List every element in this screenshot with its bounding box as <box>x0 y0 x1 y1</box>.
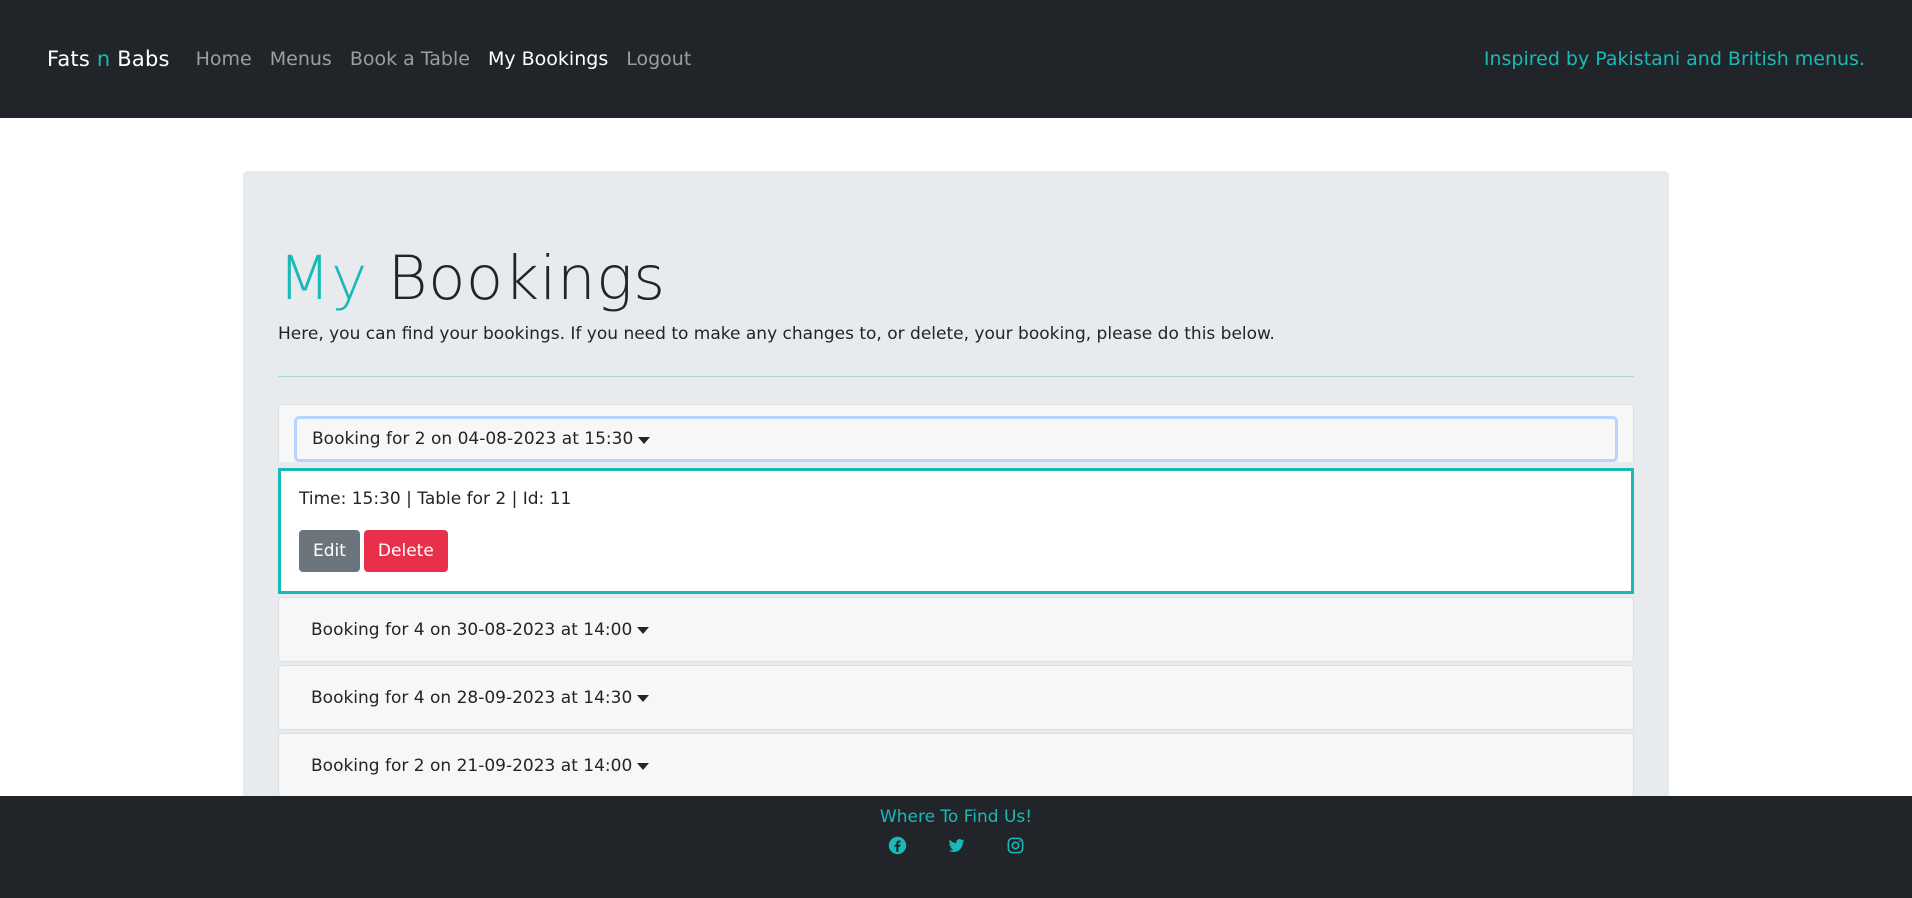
instagram-icon[interactable] <box>1006 836 1025 855</box>
brand-text-part2: Babs <box>110 47 170 71</box>
booking-item: Booking for 4 on 30-08-2023 at 14:00 <box>278 597 1634 662</box>
nav-link-book-a-table[interactable]: Book a Table <box>350 48 470 70</box>
booking-detail-text: Time: 15:30 | Table for 2 | Id: 11 <box>299 489 572 509</box>
booking-toggle[interactable]: Booking for 2 on 04-08-2023 at 15:30 <box>294 416 1618 462</box>
caret-down-icon <box>638 436 651 444</box>
navbar: Fats n Babs Home Menus Book a Table My B… <box>0 0 1912 118</box>
brand-text-accent: n <box>96 47 111 71</box>
page-title-rest: Bookings <box>367 243 666 314</box>
divider <box>278 376 1634 377</box>
navbar-tagline: Inspired by Pakistani and British menus. <box>1483 48 1865 70</box>
brand-logo[interactable]: Fats n Babs <box>47 47 170 71</box>
booking-actions: Edit Delete <box>299 530 1613 572</box>
bookings-accordion: Booking for 2 on 04-08-2023 at 15:30 Tim… <box>278 404 1634 801</box>
booking-toggle[interactable]: Booking for 4 on 30-08-2023 at 14:00 <box>279 598 1633 661</box>
nav-link-home[interactable]: Home <box>196 48 252 70</box>
page-intro: Here, you can find your bookings. If you… <box>278 324 1275 344</box>
booking-header-text: Booking for 4 on 28-09-2023 at 14:30 <box>311 687 633 708</box>
booking-header-text: Booking for 4 on 30-08-2023 at 14:00 <box>311 619 633 640</box>
booking-header-text: Booking for 2 on 04-08-2023 at 15:30 <box>312 429 634 449</box>
nav-link-menus[interactable]: Menus <box>270 48 332 70</box>
footer-title: Where To Find Us! <box>879 807 1033 827</box>
booking-item: Booking for 4 on 28-09-2023 at 14:30 <box>278 665 1634 730</box>
nav-link-my-bookings[interactable]: My Bookings <box>488 48 608 70</box>
caret-down-icon <box>637 763 650 770</box>
booking-item: Booking for 2 on 21-09-2023 at 14:00 <box>278 733 1634 798</box>
social-links <box>0 836 1912 855</box>
nav-link-logout[interactable]: Logout <box>626 48 691 70</box>
bookings-panel: My Bookings Here, you can find your book… <box>243 171 1669 898</box>
nav-links: Home Menus Book a Table My Bookings Logo… <box>196 48 710 70</box>
caret-down-icon <box>637 627 650 634</box>
booking-toggle[interactable]: Booking for 4 on 28-09-2023 at 14:30 <box>279 666 1633 729</box>
edit-button[interactable]: Edit <box>299 530 360 572</box>
caret-down-icon <box>637 695 650 702</box>
booking-header-text: Booking for 2 on 21-09-2023 at 14:00 <box>311 755 633 776</box>
facebook-icon[interactable] <box>888 836 907 855</box>
booking-toggle[interactable]: Booking for 2 on 21-09-2023 at 14:00 <box>279 734 1633 797</box>
delete-button[interactable]: Delete <box>363 530 448 572</box>
booking-details: Time: 15:30 | Table for 2 | Id: 11 Edit … <box>278 468 1634 594</box>
booking-item: Booking for 2 on 04-08-2023 at 15:30 <box>278 404 1634 462</box>
page-title-accent: My <box>278 243 368 314</box>
brand-text-part1: Fats <box>47 47 97 71</box>
twitter-icon[interactable] <box>947 836 966 855</box>
page-title: My Bookings <box>278 243 666 314</box>
footer: Where To Find Us! <box>0 796 1912 898</box>
